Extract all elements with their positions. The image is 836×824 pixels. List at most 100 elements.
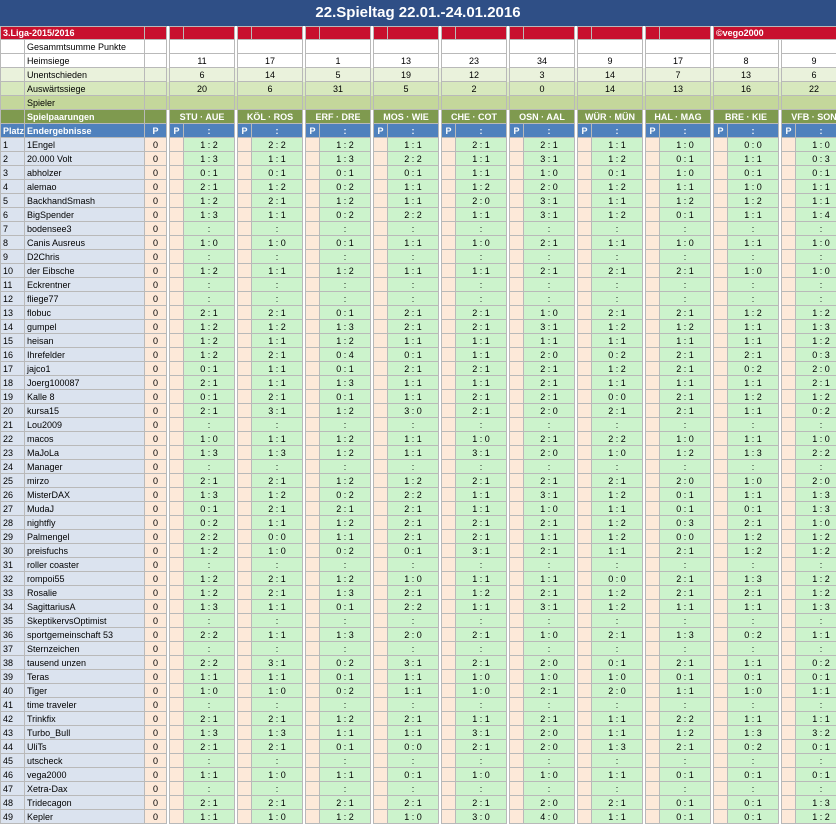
tip-cell[interactable]: 1 : 0 — [592, 670, 643, 684]
tip-cell[interactable]: : — [796, 642, 836, 656]
tip-cell[interactable]: 2 : 1 — [252, 348, 303, 362]
tip-cell[interactable]: 2 : 1 — [252, 194, 303, 208]
tip-cell[interactable]: : — [320, 460, 371, 474]
tip-cell[interactable]: 1 : 1 — [456, 208, 507, 222]
tip-cell[interactable]: : — [320, 250, 371, 264]
tip-cell[interactable]: 1 : 1 — [388, 684, 439, 698]
tip-cell[interactable]: : — [252, 292, 303, 306]
tip-cell[interactable]: : — [184, 642, 235, 656]
tip-cell[interactable]: 1 : 1 — [388, 264, 439, 278]
tip-cell[interactable]: 1 : 2 — [320, 432, 371, 446]
end-result-cell[interactable]: : — [660, 124, 711, 138]
tip-cell[interactable]: 1 : 1 — [456, 152, 507, 166]
tip-cell[interactable]: 0 : 0 — [592, 390, 643, 404]
tip-cell[interactable]: 0 : 1 — [660, 670, 711, 684]
tip-cell[interactable]: 0 : 1 — [184, 502, 235, 516]
end-result-cell[interactable]: : — [728, 124, 779, 138]
tip-cell[interactable]: 1 : 0 — [184, 684, 235, 698]
tip-cell[interactable]: 3 : 1 — [524, 488, 575, 502]
tip-cell[interactable]: 0 : 1 — [388, 166, 439, 180]
tip-cell[interactable]: 1 : 2 — [320, 446, 371, 460]
tip-cell[interactable]: 1 : 1 — [592, 502, 643, 516]
tip-cell[interactable]: : — [252, 418, 303, 432]
tip-cell[interactable]: 2 : 1 — [728, 516, 779, 530]
tip-cell[interactable]: : — [184, 782, 235, 796]
tip-cell[interactable]: : — [796, 754, 836, 768]
tip-cell[interactable]: : — [388, 278, 439, 292]
tip-cell[interactable]: 2 : 1 — [456, 516, 507, 530]
tip-cell[interactable]: 1 : 2 — [660, 320, 711, 334]
tip-cell[interactable]: : — [660, 614, 711, 628]
tip-cell[interactable]: 2 : 1 — [184, 376, 235, 390]
tip-cell[interactable]: : — [388, 460, 439, 474]
tip-cell[interactable]: : — [728, 250, 779, 264]
tip-cell[interactable]: 2 : 1 — [388, 306, 439, 320]
tip-cell[interactable]: 1 : 1 — [388, 236, 439, 250]
tip-cell[interactable]: : — [660, 292, 711, 306]
tip-cell[interactable]: 1 : 1 — [592, 194, 643, 208]
tip-cell[interactable]: 2 : 1 — [660, 656, 711, 670]
tip-cell[interactable]: : — [592, 558, 643, 572]
tip-cell[interactable]: : — [524, 278, 575, 292]
tip-cell[interactable]: 1 : 0 — [456, 768, 507, 782]
tip-cell[interactable]: : — [660, 222, 711, 236]
tip-cell[interactable]: 2 : 1 — [184, 740, 235, 754]
tip-cell[interactable]: 2 : 1 — [388, 502, 439, 516]
tip-cell[interactable]: 2 : 2 — [184, 530, 235, 544]
tip-cell[interactable]: 1 : 2 — [592, 488, 643, 502]
tip-cell[interactable]: : — [388, 614, 439, 628]
tip-cell[interactable]: 2 : 0 — [524, 726, 575, 740]
tip-cell[interactable]: 2 : 1 — [252, 306, 303, 320]
tip-cell[interactable]: 2 : 2 — [388, 600, 439, 614]
tip-cell[interactable]: : — [320, 278, 371, 292]
end-result-cell[interactable]: : — [320, 124, 371, 138]
tip-cell[interactable]: 1 : 2 — [252, 320, 303, 334]
tip-cell[interactable]: 0 : 1 — [796, 768, 836, 782]
tip-cell[interactable]: 1 : 1 — [592, 236, 643, 250]
tip-cell[interactable]: 2 : 1 — [524, 516, 575, 530]
tip-cell[interactable]: 1 : 1 — [456, 502, 507, 516]
tip-cell[interactable]: 1 : 2 — [728, 544, 779, 558]
tip-cell[interactable]: 0 : 1 — [660, 208, 711, 222]
tip-cell[interactable]: : — [660, 250, 711, 264]
tip-cell[interactable]: 0 : 1 — [388, 348, 439, 362]
tip-cell[interactable]: 2 : 1 — [524, 264, 575, 278]
tip-cell[interactable]: : — [524, 460, 575, 474]
tip-cell[interactable]: 1 : 1 — [524, 572, 575, 586]
tip-cell[interactable]: 1 : 0 — [796, 264, 836, 278]
tip-cell[interactable]: : — [796, 558, 836, 572]
tip-cell[interactable]: 1 : 1 — [252, 376, 303, 390]
tip-cell[interactable]: 4 : 0 — [524, 810, 575, 824]
tip-cell[interactable]: 3 : 2 — [796, 726, 836, 740]
tip-cell[interactable]: 0 : 1 — [728, 670, 779, 684]
tip-cell[interactable]: 1 : 2 — [320, 810, 371, 824]
tip-cell[interactable]: 0 : 1 — [320, 362, 371, 376]
tip-cell[interactable]: 1 : 2 — [320, 194, 371, 208]
tip-cell[interactable]: 2 : 1 — [456, 530, 507, 544]
tip-cell[interactable]: : — [320, 782, 371, 796]
tip-cell[interactable]: 2 : 1 — [388, 586, 439, 600]
tip-cell[interactable]: 2 : 1 — [388, 796, 439, 810]
tip-cell[interactable]: 1 : 0 — [592, 446, 643, 460]
tip-cell[interactable]: 3 : 0 — [456, 810, 507, 824]
tip-cell[interactable]: 1 : 1 — [252, 600, 303, 614]
tip-cell[interactable]: 1 : 0 — [456, 236, 507, 250]
tip-cell[interactable]: 1 : 4 — [796, 208, 836, 222]
tip-cell[interactable]: 1 : 0 — [388, 572, 439, 586]
tip-cell[interactable]: 0 : 1 — [184, 390, 235, 404]
tip-cell[interactable]: 1 : 2 — [252, 488, 303, 502]
tip-cell[interactable]: 1 : 1 — [388, 432, 439, 446]
tip-cell[interactable]: 2 : 1 — [660, 544, 711, 558]
tip-cell[interactable]: : — [660, 278, 711, 292]
tip-cell[interactable]: 1 : 1 — [252, 362, 303, 376]
tip-cell[interactable]: : — [456, 642, 507, 656]
tip-cell[interactable]: : — [252, 558, 303, 572]
tip-cell[interactable]: 2 : 1 — [320, 502, 371, 516]
tip-cell[interactable]: 2 : 2 — [184, 656, 235, 670]
tip-cell[interactable]: : — [456, 558, 507, 572]
tip-cell[interactable]: 2 : 2 — [592, 432, 643, 446]
tip-cell[interactable]: 1 : 1 — [456, 712, 507, 726]
tip-cell[interactable]: 1 : 3 — [184, 726, 235, 740]
tip-cell[interactable]: 1 : 0 — [796, 432, 836, 446]
tip-cell[interactable]: 1 : 1 — [796, 712, 836, 726]
